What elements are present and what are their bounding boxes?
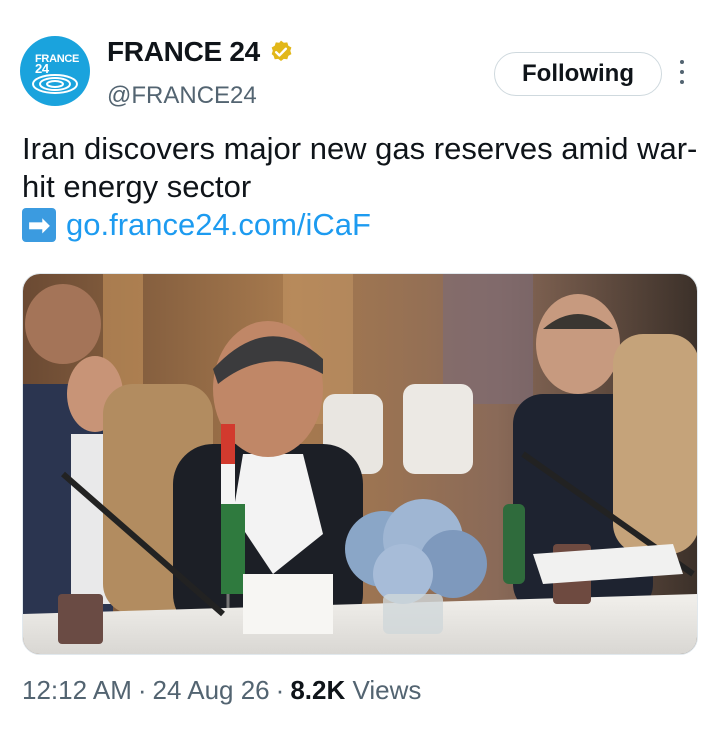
author-display-name[interactable]: FRANCE 24 [107,36,260,68]
avatar-logo-icon [32,74,78,94]
verified-badge-icon[interactable] [268,39,294,65]
author-handle[interactable]: @FRANCE24 [107,82,257,110]
tweet-meta: 12:12 AM · 24 Aug 26 · 8.2K Views [22,675,421,706]
more-vertical-icon[interactable] [676,60,688,90]
avatar-logo-text: FRANCE 24 [35,53,80,76]
tweet-time: 12:12 AM [22,675,132,705]
tweet-link[interactable]: go.france24.com/iCaF [66,206,371,244]
right-arrow-emoji-icon: ➡ [22,208,56,242]
tweet-media-photo[interactable] [22,273,698,655]
author-name-row[interactable]: FRANCE 24 [107,36,294,68]
author-avatar[interactable]: FRANCE 24 [20,36,90,106]
tweet-link-row: ➡ go.france24.com/iCaF [22,206,371,244]
tweet-date: 24 Aug 26 [152,675,270,705]
meta-separator: · [137,675,147,705]
tweet-text: Iran discovers major new gas reserves am… [22,131,698,204]
meta-separator: · [275,675,285,705]
views-count[interactable]: 8.2K [290,675,345,705]
views-label[interactable]: Views [352,675,421,705]
following-button[interactable]: Following [494,52,662,96]
photo-conference-scene [23,274,697,654]
